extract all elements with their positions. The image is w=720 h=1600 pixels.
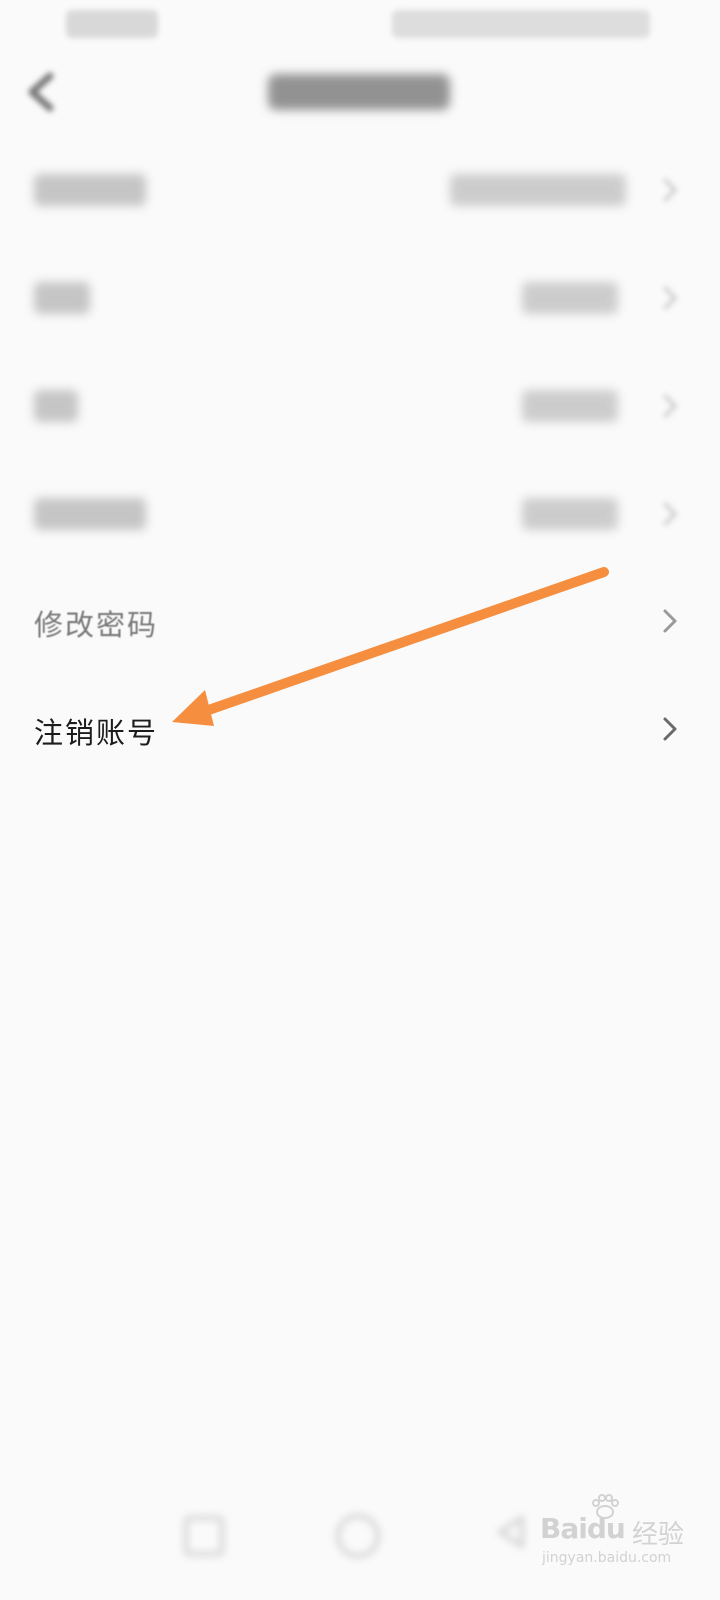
list-item-label: 注销账号 xyxy=(34,716,159,750)
list-item-value xyxy=(450,174,626,206)
chevron-right-icon xyxy=(660,284,680,312)
list-item-label: 修改密码 xyxy=(34,608,159,642)
page-title xyxy=(268,74,450,110)
watermark-logo-sub: 经验 xyxy=(632,1520,685,1550)
list-item-weibo[interactable] xyxy=(0,460,720,568)
watermark-logo: Baidu xyxy=(540,1512,626,1545)
list-item-value xyxy=(522,282,618,314)
baidu-jingyan-watermark: Baidu 经验 jingyan.baidu.com xyxy=(540,1494,708,1574)
chevron-right-icon xyxy=(660,392,680,420)
home-icon[interactable] xyxy=(336,1514,380,1558)
status-icons xyxy=(392,10,650,38)
chevron-right-icon xyxy=(660,715,680,743)
chevron-right-icon xyxy=(660,500,680,528)
status-time xyxy=(66,10,158,38)
back-button[interactable] xyxy=(18,66,66,118)
list-item-wechat[interactable] xyxy=(0,244,720,352)
list-item-phone[interactable] xyxy=(0,136,720,244)
list-item-qq[interactable] xyxy=(0,352,720,460)
list-item-label xyxy=(34,498,146,530)
header xyxy=(0,52,720,132)
back-arrow-icon xyxy=(18,66,66,118)
chevron-right-icon xyxy=(660,607,680,635)
list-item-change-password[interactable]: 修改密码 xyxy=(0,568,720,676)
list-item-deactivate-account[interactable]: 注销账号 xyxy=(0,676,720,784)
list-item-label xyxy=(34,174,146,206)
status-bar xyxy=(0,0,720,52)
chevron-right-icon xyxy=(660,176,680,204)
list-item-value xyxy=(522,498,618,530)
list-item-value xyxy=(522,390,618,422)
list-item-label xyxy=(34,390,78,422)
list-item-label xyxy=(34,282,90,314)
watermark-url: jingyan.baidu.com xyxy=(542,1550,672,1566)
nav-back-icon[interactable] xyxy=(494,1514,528,1550)
recent-apps-icon[interactable] xyxy=(184,1516,224,1556)
